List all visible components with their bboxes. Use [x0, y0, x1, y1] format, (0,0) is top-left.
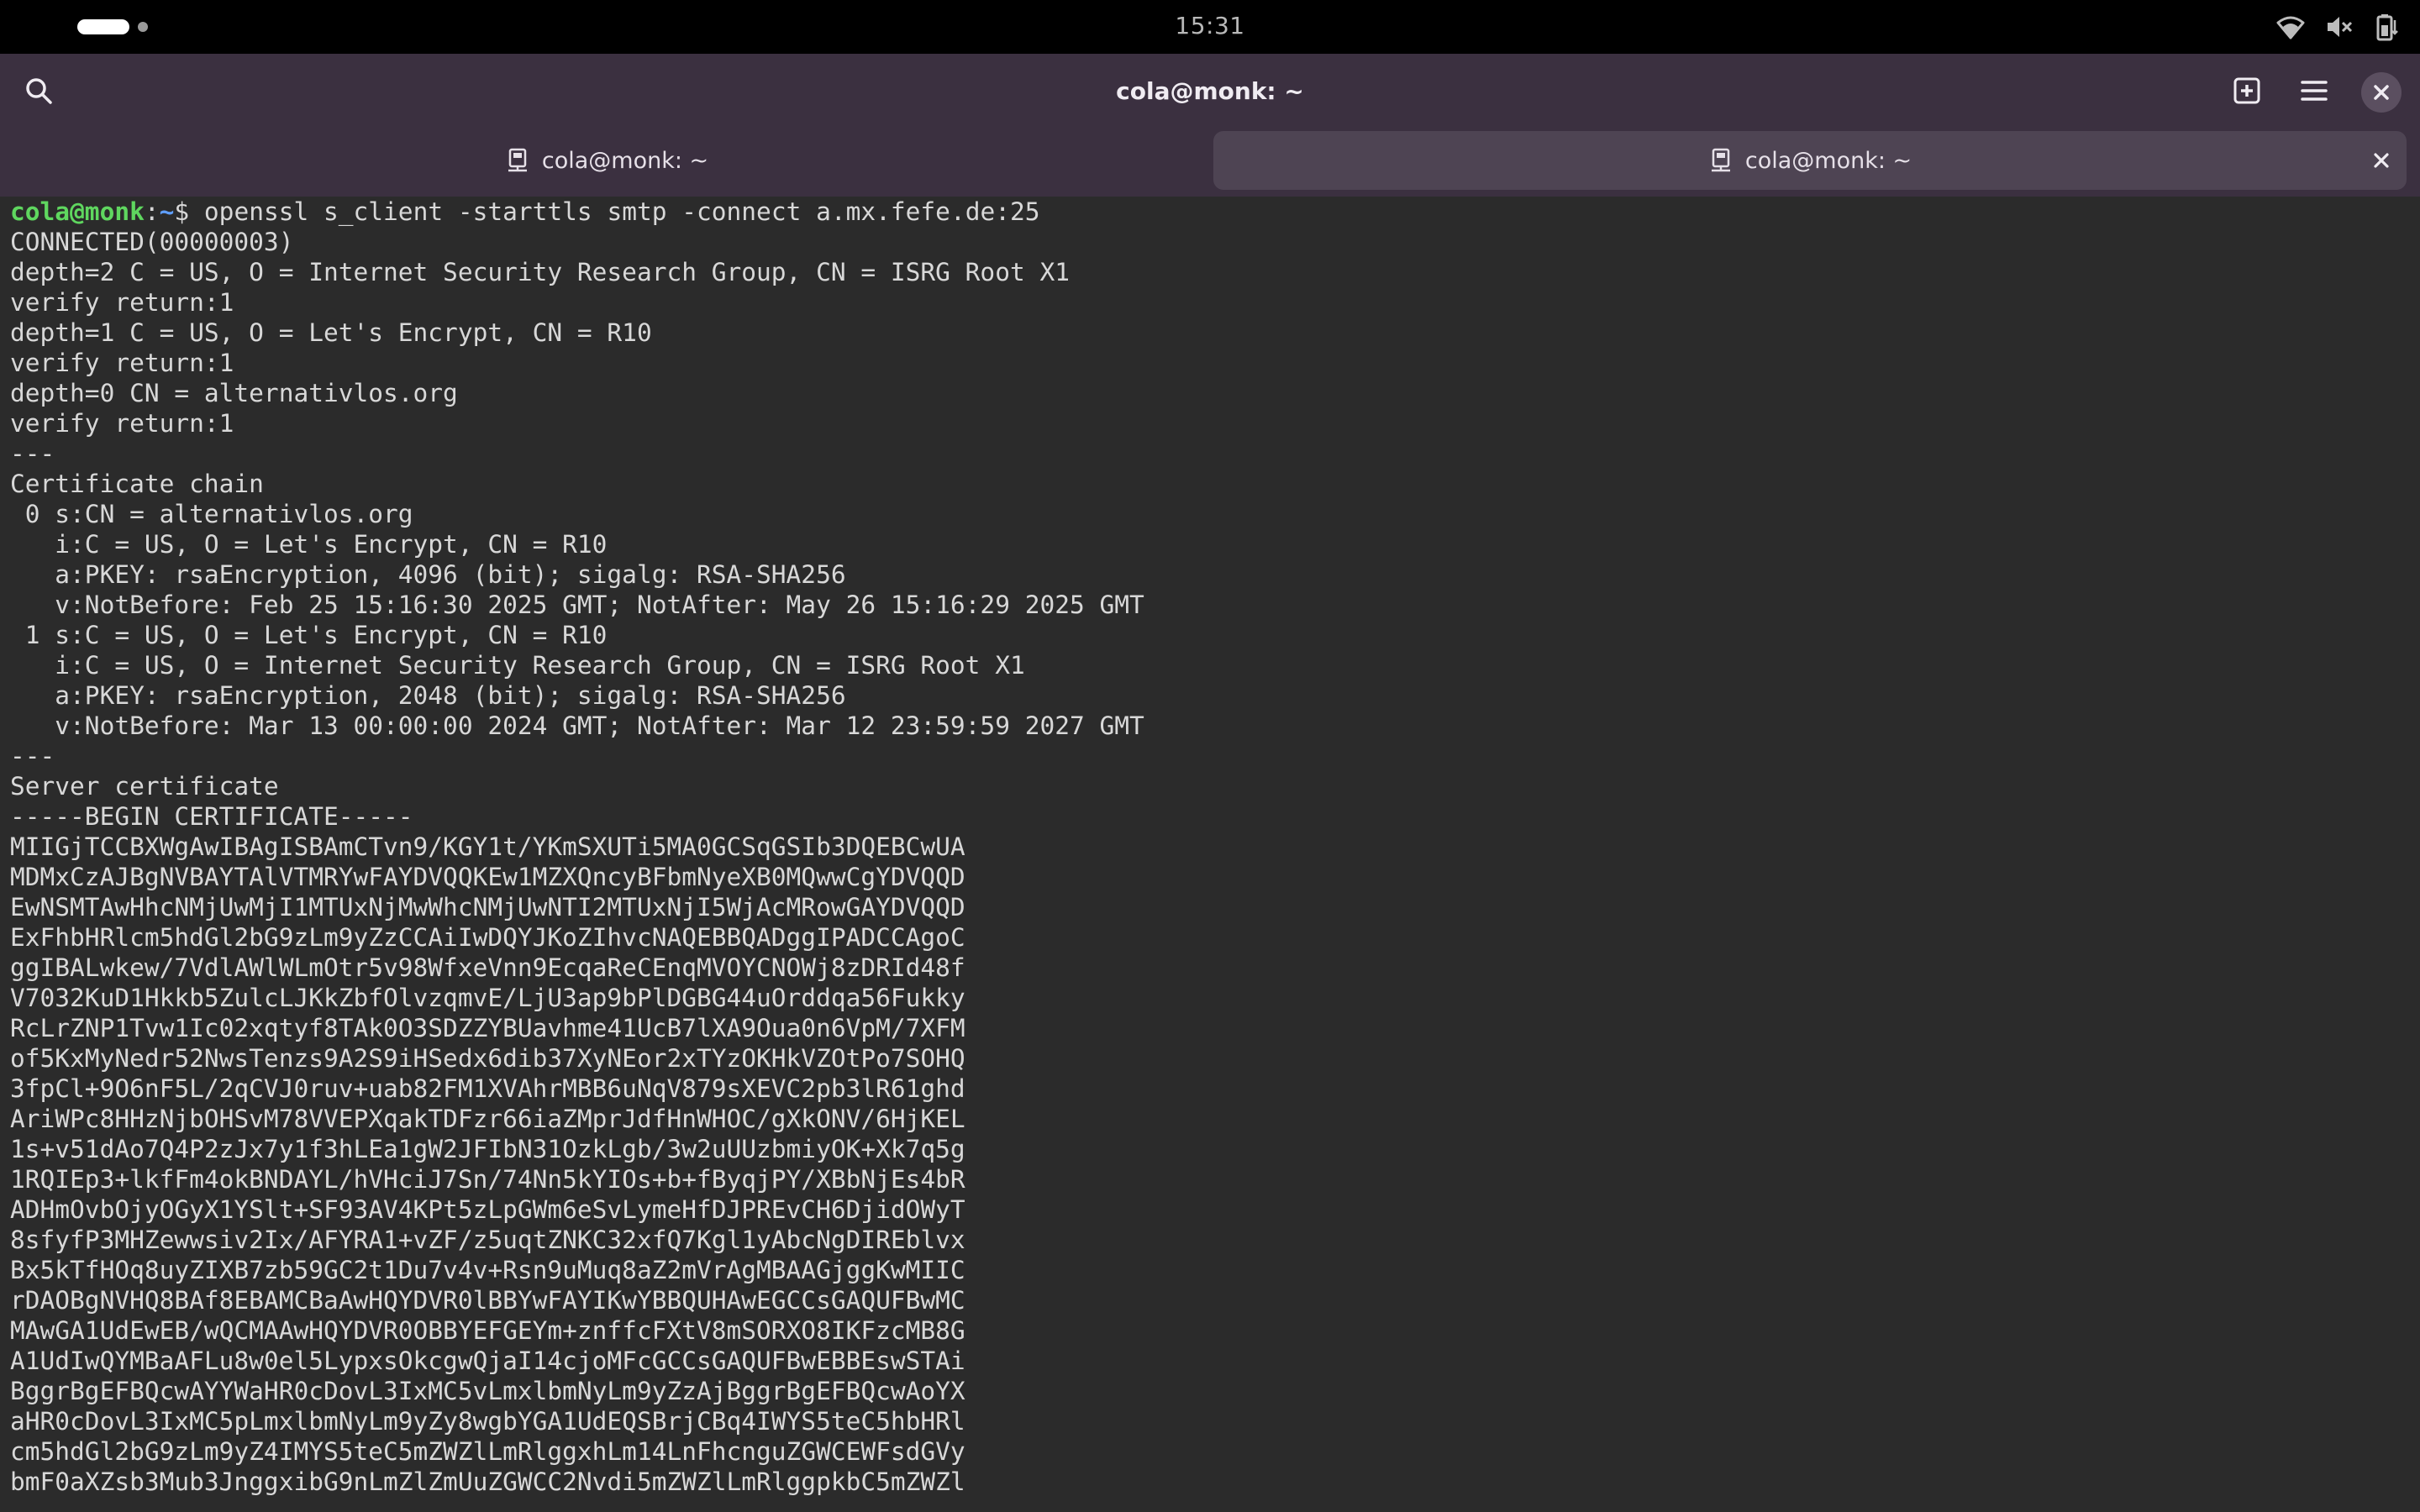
prompt-path: ~ [159, 197, 175, 226]
command-output: CONNECTED(00000003) depth=2 C = US, O = … [10, 228, 1144, 1496]
terminal-tab-icon [505, 148, 530, 173]
output-line: MAwGA1UdEwEB/wQCMAAwHQYDVR0OBBYEFGEYm+zn… [10, 1316, 965, 1345]
new-tab-button[interactable] [2222, 67, 2272, 118]
output-line: a:PKEY: rsaEncryption, 4096 (bit); sigal… [55, 560, 846, 589]
output-line: verify return:1 [10, 288, 234, 317]
output-line: ExFhbHRlcm5hdGl2bG9zLm9yZzCCAiIwDQYJKoZI… [10, 923, 965, 952]
output-line: verify return:1 [10, 409, 234, 438]
output-line: -----BEGIN CERTIFICATE----- [10, 802, 413, 831]
system-status-bar: 15:31 [0, 0, 2420, 54]
close-icon [2374, 153, 2389, 168]
output-line: Certificate chain [10, 470, 264, 498]
output-line: 1 s:C = US, O = Let's Encrypt, CN = R10 [24, 621, 608, 649]
main-menu-button[interactable] [2289, 67, 2339, 118]
close-icon [2361, 72, 2402, 113]
command-line: openssl s_client -starttls smtp -connect… [203, 197, 1040, 226]
output-line: BggrBgEFBQcwAYYWaHR0cDovL3IxMC5vLmxlbmNy… [10, 1377, 965, 1405]
tab-label: cola@monk: ~ [1744, 147, 1912, 174]
output-line: 1RQIEp3+lkfFm4okBNDAYL/hVHciJ7Sn/74Nn5kY… [10, 1165, 965, 1194]
terminal-view[interactable]: cola@monk:~$ openssl s_client -starttls … [0, 197, 2420, 1512]
output-line: V7032KuD1Hkkb5ZulcLJKkZbfOlvzqmvE/LjU3ap… [10, 984, 965, 1012]
output-line: --- [10, 439, 55, 468]
output-line: rDAOBgNVHQ8BAf8EBAMCBaAwHQYDVR0lBBYwFAYI… [10, 1286, 965, 1315]
output-line: CONNECTED(00000003) [10, 228, 294, 256]
output-line: RcLrZNP1Tvw1Ic02xqtyf8TAk0O3SDZZYBUavhme… [10, 1014, 965, 1042]
tab-bar: cola@monk: ~ cola@monk: ~ [0, 131, 2420, 197]
clock[interactable]: 15:31 [0, 12, 2420, 39]
output-line: AriWPc8HHzNjbOHSvM78VVEPXqakTDFzr66iaZMp… [10, 1105, 965, 1133]
output-line: MIIGjTCCBXWgAwIBAgISBAmCTvn9/KGY1t/YKmSX… [10, 832, 965, 861]
output-line: Bx5kTfHOq8uyZIXB7zb59GC2t1Du7v4v+Rsn9uMu… [10, 1256, 965, 1284]
prompt-user: cola@monk [10, 197, 145, 226]
wifi-icon [2275, 12, 2306, 42]
output-line: i:C = US, O = Let's Encrypt, CN = R10 [55, 530, 608, 559]
window-title: cola@monk: ~ [1116, 77, 1304, 105]
output-line: ADHmOvbOjyOGyX1YSlt+SF93AV4KPt5zLpGWm6eS… [10, 1195, 965, 1224]
menu-icon [2300, 76, 2328, 108]
output-line: bmF0aXZsb3Mub3JnggxibG9nLmZlZmUuZGWCC2Nv… [10, 1467, 965, 1496]
output-line: v:NotBefore: Feb 25 15:16:30 2025 GMT; N… [55, 591, 1144, 619]
output-line: 3fpCl+9O6nF5L/2qCVJ0ruv+uab82FM1XVAhrMBB… [10, 1074, 965, 1103]
output-line: EwNSMTAwHhcNMjUwMjI1MTUxNjMwWhcNMjUwNTI2… [10, 893, 965, 921]
output-line: cm5hdGl2bG9zLm9yZ4IMYS5teC5mZWZlLmRlggxh… [10, 1437, 965, 1466]
output-line: ggIBALwkew/7VdlAWlWLmOtr5v98WfxeVnn9Ecqa… [10, 953, 965, 982]
tab-label: cola@monk: ~ [541, 147, 709, 174]
output-line: Server certificate [10, 772, 279, 801]
output-line: of5KxMyNedr52NwsTenzs9A2S9iHSedx6dib37Xy… [10, 1044, 965, 1073]
terminal-tab-icon [1708, 148, 1733, 173]
output-line: verify return:1 [10, 349, 234, 377]
battery-icon [2373, 12, 2403, 42]
output-line: 0 s:CN = alternativlos.org [24, 500, 413, 528]
output-line: 1s+v51dAo7Q4P2zJx7y1f3hLEa1gW2JFIbN31Ozk… [10, 1135, 965, 1163]
output-line: aHR0cDovL3IxMC5pLmxlbmNyLm9yZy8wgbYGA1Ud… [10, 1407, 965, 1436]
output-line: 8sfyfP3MHZewwsiv2Ix/AFYRA1+vZF/z5uqtZNKC… [10, 1226, 965, 1254]
output-line: v:NotBefore: Mar 13 00:00:00 2024 GMT; N… [55, 711, 1144, 740]
window-close-button[interactable] [2356, 67, 2407, 118]
output-line: MDMxCzAJBgNVBAYTAlVTMRYwFAYDVQQKEw1MZXQn… [10, 863, 965, 891]
prompt-symbol: $ [174, 197, 204, 226]
output-line: depth=1 C = US, O = Let's Encrypt, CN = … [10, 318, 652, 347]
prompt-separator: : [144, 197, 160, 226]
output-line: --- [10, 742, 55, 770]
output-line: depth=0 CN = alternativlos.org [10, 379, 458, 407]
system-tray[interactable] [2275, 12, 2403, 42]
volume-muted-icon [2324, 12, 2354, 42]
output-line: a:PKEY: rsaEncryption, 2048 (bit); sigal… [55, 681, 846, 710]
tab-close-button[interactable] [2366, 145, 2396, 176]
output-line: depth=2 C = US, O = Internet Security Re… [10, 258, 1070, 286]
tab-2[interactable]: cola@monk: ~ [1213, 131, 2407, 190]
terminal-output: cola@monk:~$ openssl s_client -starttls … [0, 197, 2420, 1497]
new-tab-icon [2233, 76, 2261, 108]
output-line: i:C = US, O = Internet Security Research… [55, 651, 1025, 680]
tab-1[interactable]: cola@monk: ~ [0, 131, 1213, 190]
terminal-headerbar: cola@monk: ~ [0, 54, 2420, 131]
output-line: A1UdIwQYMBaAFLu8w0el5LypxsOkcgwQjaI14cjo… [10, 1347, 965, 1375]
